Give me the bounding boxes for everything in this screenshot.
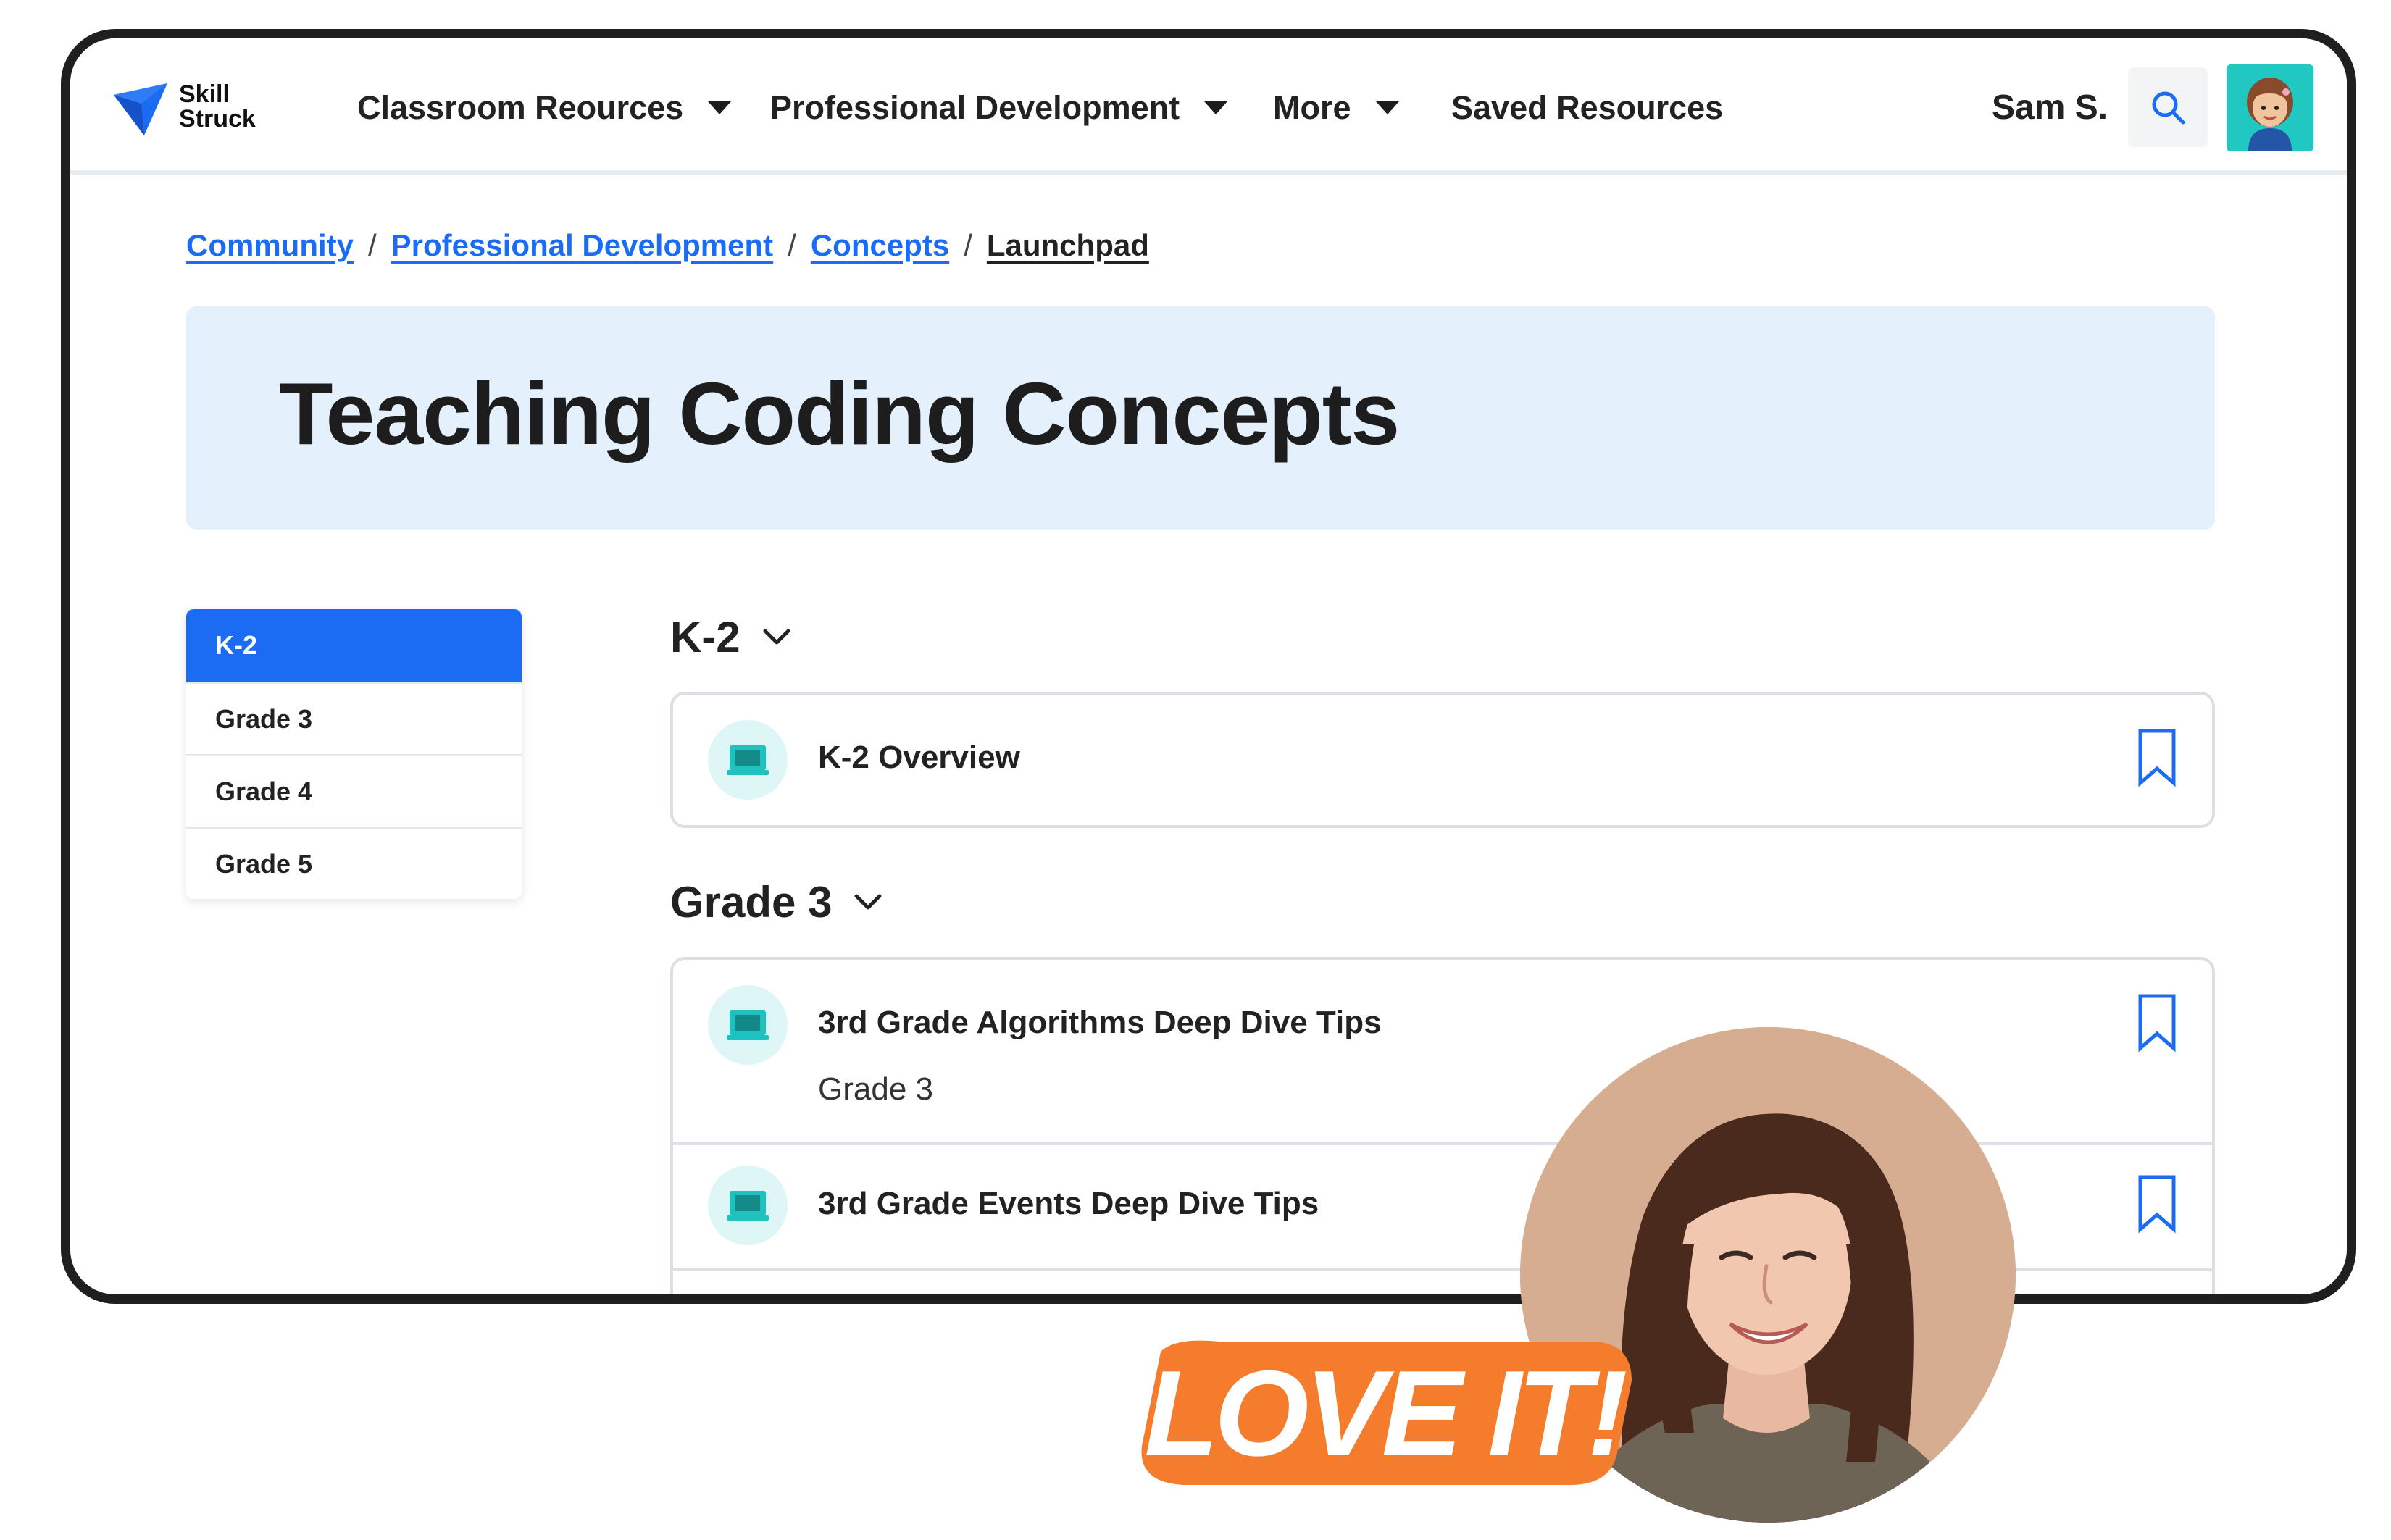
- chevron-down-icon: [854, 894, 882, 909]
- breadcrumb-separator: /: [788, 228, 796, 262]
- resource-row[interactable]: K-2 Overview: [673, 695, 2212, 825]
- sticker-text: LOVE IT!: [1144, 1344, 1627, 1481]
- resource-title[interactable]: 3rd Grade Algorithms Deep Dive Tips: [818, 1005, 1382, 1041]
- breadcrumb-concepts[interactable]: Concepts: [811, 228, 949, 263]
- love-it-sticker: LOVE IT!: [1132, 1337, 1636, 1489]
- bookmark-icon[interactable]: [2137, 993, 2177, 1053]
- resource-title[interactable]: 3rd Grade Events Deep Dive Tips: [818, 1186, 1319, 1222]
- breadcrumb-separator: /: [368, 228, 377, 262]
- resource-row[interactable]: 3rd Grade Algorithms Deep Dive Tips Grad…: [673, 960, 2212, 1142]
- user-name[interactable]: Sam S.: [1992, 88, 2108, 127]
- resource-grade-label: Grade 3: [818, 1071, 933, 1107]
- nav-saved-resources[interactable]: Saved Resources: [1451, 89, 1723, 127]
- caret-down-icon: [1375, 101, 1399, 114]
- tab-grade-4[interactable]: Grade 4: [186, 754, 522, 827]
- k-2-resource-list: K-2 Overview: [670, 692, 2215, 828]
- grade-tabs: K-2 Grade 3 Grade 4 Grade 5: [186, 609, 522, 899]
- breadcrumb-professional-development[interactable]: Professional Development: [391, 228, 773, 263]
- nav-item-label: More: [1273, 89, 1351, 126]
- skill-struck-logo[interactable]: Skill Struck: [112, 82, 272, 140]
- lesson-icon: [708, 720, 788, 800]
- device-frame: Skill Struck Classroom Reources Professi…: [61, 29, 2356, 1304]
- nav-item-label: Professional Development: [770, 89, 1180, 126]
- page-title: Teaching Coding Concepts: [279, 364, 1400, 463]
- title-banner: Teaching Coding Concepts: [186, 306, 2215, 530]
- search-button[interactable]: [2128, 67, 2208, 147]
- tab-grade-3[interactable]: Grade 3: [186, 682, 522, 754]
- breadcrumb-current: Launchpad: [986, 228, 1149, 262]
- lesson-icon: [708, 1166, 788, 1245]
- logo-icon: [114, 83, 167, 135]
- user-avatar[interactable]: [2227, 64, 2313, 151]
- nav-item-label: Classroom Reources: [357, 89, 684, 126]
- section-grade-3-header[interactable]: Grade 3: [670, 877, 882, 927]
- avatar-icon: [2227, 64, 2313, 151]
- section-k-2-header[interactable]: K-2: [670, 612, 791, 662]
- chevron-down-icon: [763, 629, 790, 644]
- nav-item-label: Saved Resources: [1451, 89, 1724, 126]
- bookmark-icon[interactable]: [2137, 1174, 2177, 1234]
- breadcrumb: Community / Professional Development / C…: [186, 228, 1149, 263]
- section-heading: Grade 3: [670, 878, 833, 926]
- top-nav: Skill Struck Classroom Reources Professi…: [70, 38, 2347, 175]
- nav-professional-development[interactable]: Professional Development: [770, 89, 1228, 127]
- caret-down-icon: [708, 101, 732, 114]
- breadcrumb-community[interactable]: Community: [186, 228, 354, 263]
- caret-down-icon: [1204, 101, 1228, 114]
- tab-grade-5[interactable]: Grade 5: [186, 827, 522, 899]
- tab-k-2[interactable]: K-2: [186, 609, 522, 682]
- lesson-icon: [708, 985, 788, 1065]
- nav-classroom-resources[interactable]: Classroom Reources: [357, 89, 732, 127]
- resource-title[interactable]: K-2 Overview: [818, 740, 1020, 776]
- logo-text-line1: Skill: [179, 80, 230, 108]
- search-icon: [2152, 91, 2185, 125]
- bookmark-icon[interactable]: [2137, 728, 2177, 787]
- section-heading: K-2: [670, 613, 740, 661]
- nav-more[interactable]: More: [1273, 89, 1399, 127]
- logo-text-line2: Struck: [179, 105, 256, 133]
- breadcrumb-separator: /: [964, 228, 972, 262]
